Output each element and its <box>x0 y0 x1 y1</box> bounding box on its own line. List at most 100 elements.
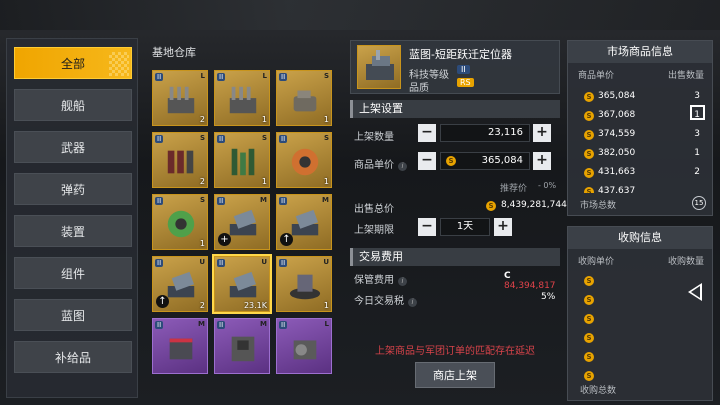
back-button[interactable] <box>688 283 702 301</box>
warehouse-item[interactable]: II S 1 <box>152 194 208 250</box>
category-devices[interactable]: 装置 <box>14 215 132 247</box>
category-weapons[interactable]: 武器 <box>14 131 132 163</box>
credit-icon: S <box>584 314 594 324</box>
credit-icon: S <box>584 371 594 381</box>
tier-badge: II <box>155 73 164 81</box>
market-info-title: 市场商品信息 <box>568 41 712 63</box>
category-all[interactable]: 全部 <box>14 47 132 79</box>
warehouse-item[interactable]: II M ↑ <box>276 194 332 250</box>
item-count: 1 <box>261 115 267 124</box>
item-thumbnail <box>357 45 401 89</box>
item-art <box>229 86 257 114</box>
credit-icon: S <box>584 333 594 343</box>
item-count: 2 <box>199 115 205 124</box>
warehouse-item[interactable]: II U 23.1K <box>212 254 272 314</box>
category-ships[interactable]: 舰船 <box>14 89 132 121</box>
buy-row[interactable]: S <box>584 294 700 306</box>
info-icon[interactable]: i <box>398 162 407 171</box>
market-row[interactable]: S 367,068 1 <box>584 110 700 122</box>
item-count: 2 <box>199 301 205 310</box>
total-price-label: 出售总价 <box>354 204 394 215</box>
market-row[interactable]: S 437,637 <box>584 186 700 193</box>
buy-columns: 收购单价 收购数量 <box>578 257 704 267</box>
warehouse-item[interactable]: II M <box>214 318 270 374</box>
info-icon[interactable]: i <box>398 277 407 286</box>
warehouse-item[interactable]: II U ↑ 2 <box>152 256 208 312</box>
market-row[interactable]: S 382,050 1 <box>584 148 700 160</box>
warehouse-item[interactable]: II M + <box>214 194 270 250</box>
market-qty: 3 <box>694 91 700 101</box>
tier-badge: II <box>279 135 288 143</box>
price-minus-button[interactable]: − <box>418 152 436 170</box>
tier-badge: II <box>217 135 226 143</box>
size-label: L <box>262 72 267 80</box>
buy-row[interactable]: S <box>584 370 700 382</box>
tier-badge: II <box>217 73 226 81</box>
market-row[interactable]: S 431,663 2 <box>584 167 700 179</box>
tier-badge: II <box>279 197 288 205</box>
quantity-input[interactable]: 23,116 <box>440 124 530 142</box>
recommend-value: - 0% <box>538 181 557 190</box>
upgrade-icon: ↑ <box>156 295 169 308</box>
item-art <box>291 148 319 176</box>
category-blueprints[interactable]: 蓝图 <box>14 299 132 331</box>
quantity-plus-button[interactable]: + <box>533 124 551 142</box>
warehouse-item[interactable]: II S 1 <box>276 132 332 188</box>
credit-icon: S <box>486 201 496 211</box>
warehouse-item[interactable]: II L 2 <box>152 70 208 126</box>
recent-apps-button[interactable] <box>690 105 705 120</box>
total-price-value: 8,439,281,744 <box>501 200 567 210</box>
market-row[interactable]: S 374,559 3 <box>584 129 700 141</box>
item-art <box>229 271 257 298</box>
buy-row[interactable]: S <box>584 332 700 344</box>
price-input[interactable]: S 365,084 <box>440 152 530 170</box>
market-columns: 商品单价 出售数量 <box>578 71 704 81</box>
warehouse-item[interactable]: II M <box>152 318 208 374</box>
category-supplies[interactable]: 补给品 <box>14 341 132 373</box>
item-count: 1 <box>199 239 205 248</box>
market-total-label: 市场总数 <box>580 201 617 211</box>
price-plus-button[interactable]: + <box>533 152 551 170</box>
upgrade-icon: + <box>218 233 231 246</box>
tech-level-badge: II <box>457 65 470 74</box>
tier-badge: II <box>217 321 226 329</box>
buy-info-title: 收购信息 <box>568 227 712 249</box>
delay-warning: 上架商品与军团订单的匹配存在延迟 <box>375 346 535 357</box>
item-art <box>231 148 255 176</box>
deadline-input[interactable]: 1天 <box>440 218 490 236</box>
tier-badge: II <box>155 135 164 143</box>
credit-icon: S <box>584 276 594 286</box>
buy-row[interactable]: S <box>584 275 700 287</box>
unit-price-label: 商品单价 i <box>354 156 407 171</box>
deadline-plus-button[interactable]: + <box>494 218 512 236</box>
market-qty: 2 <box>694 167 700 177</box>
upgrade-icon: ↑ <box>280 233 293 246</box>
tier-badge: II <box>279 73 288 81</box>
deadline-label: 上架期限 <box>354 225 394 236</box>
buy-row[interactable]: S <box>584 313 700 325</box>
credit-icon: S <box>584 352 594 362</box>
category-ammo[interactable]: 弹药 <box>14 173 132 205</box>
size-label: U <box>323 258 329 266</box>
market-row[interactable]: S 365,084 3 <box>584 91 700 103</box>
fees-header: 交易费用 <box>350 248 560 266</box>
warehouse-item[interactable]: II S 2 <box>152 132 208 188</box>
warehouse-item[interactable]: II L 1 <box>214 70 270 126</box>
list-in-store-button[interactable]: 商店上架 <box>415 362 495 388</box>
warehouse-item[interactable]: II S 1 <box>214 132 270 188</box>
quantity-minus-button[interactable]: − <box>418 124 436 142</box>
quality-badge: RS <box>457 78 474 87</box>
warehouse-item[interactable]: II L <box>276 318 332 374</box>
buy-row[interactable]: S <box>584 351 700 363</box>
warehouse-item[interactable]: II S 1 <box>276 70 332 126</box>
deadline-minus-button[interactable]: − <box>418 218 436 236</box>
market-qty: 1 <box>694 148 700 158</box>
size-label: S <box>323 134 329 142</box>
size-label: L <box>324 320 329 328</box>
item-art <box>169 338 193 360</box>
market-price: 431,663 <box>598 167 636 177</box>
info-icon[interactable]: i <box>408 298 417 307</box>
warehouse-item[interactable]: II U 1 <box>276 256 332 312</box>
item-count: 1 <box>261 177 267 186</box>
category-components[interactable]: 组件 <box>14 257 132 289</box>
